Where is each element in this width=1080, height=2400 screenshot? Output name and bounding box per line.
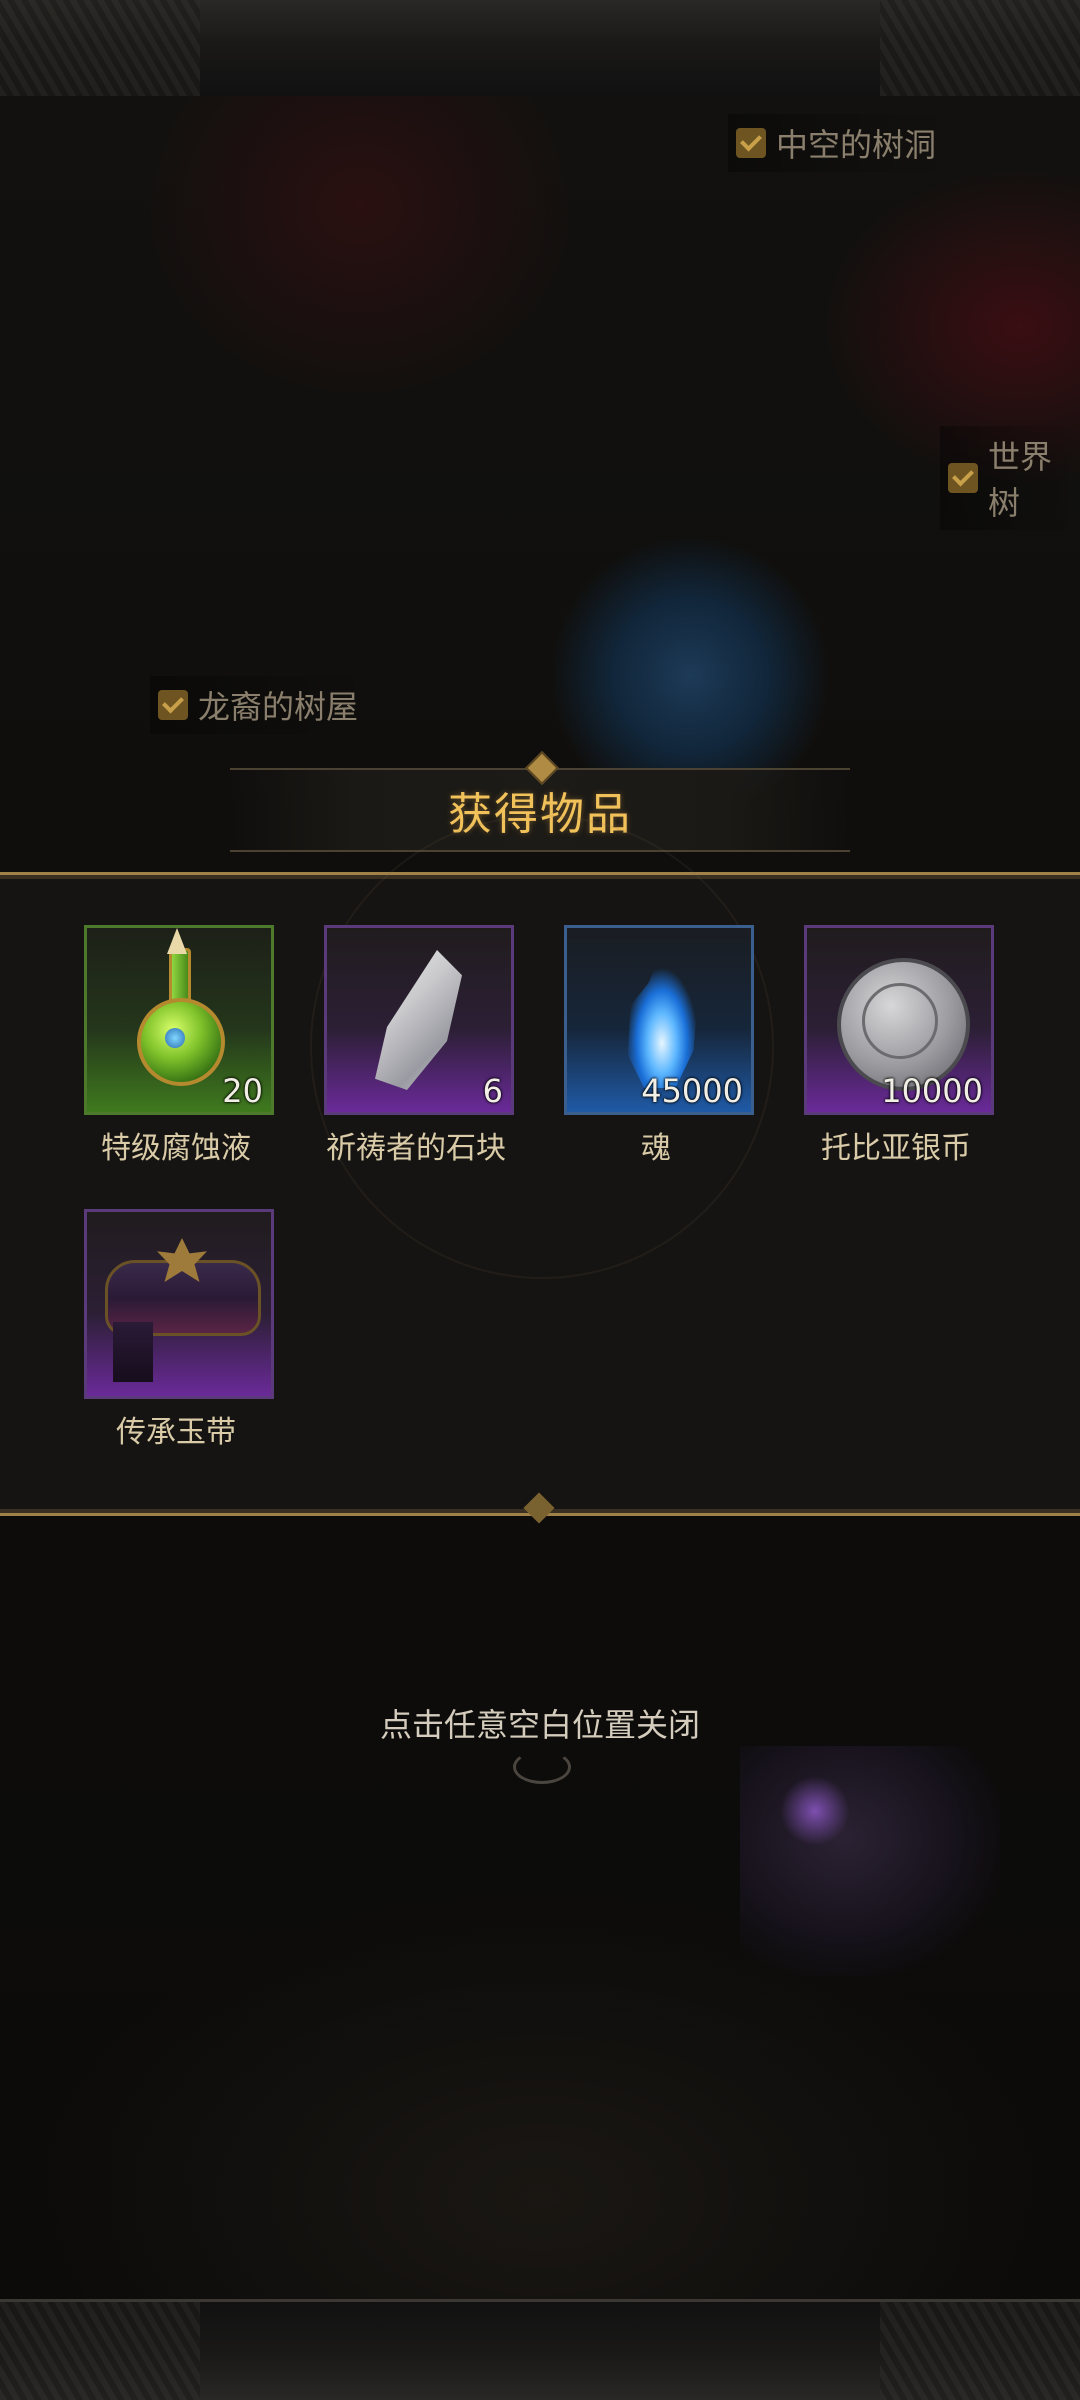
bottom-right-ornament	[880, 2302, 1080, 2400]
item-tile[interactable]	[84, 1209, 274, 1399]
top-frame-bar	[0, 0, 1080, 99]
stone-icon	[375, 950, 462, 1090]
check-icon	[736, 128, 766, 158]
item-tile[interactable]: 20	[84, 925, 274, 1115]
potion-gem	[165, 1028, 185, 1048]
top-right-ornament	[880, 0, 1080, 96]
tap-ring-icon	[513, 1750, 571, 1784]
belt-tail	[113, 1322, 153, 1382]
item-name: 祈祷者的石块	[326, 1131, 506, 1166]
item-count: 6	[482, 1072, 503, 1110]
reward-item-silver-coin[interactable]: 10000 托比亚银币	[804, 925, 994, 1167]
map-location-world-tree[interactable]: 世界树	[940, 426, 1080, 530]
map-location-dragon-treehouse[interactable]: 龙裔的树屋	[150, 676, 377, 734]
map-location-hollow-tree[interactable]: 中空的树洞	[728, 114, 955, 172]
reward-panel: 20 特级腐蚀液 6 祈祷者的石块 45000 魂 10000 托比亚银币 传承…	[0, 815, 1080, 1524]
check-icon	[158, 690, 188, 720]
bottom-left-ornament	[0, 2302, 200, 2400]
map-location-label: 中空的树洞	[776, 126, 937, 164]
reward-item-corrosive-liquid[interactable]: 20 特级腐蚀液	[84, 925, 274, 1167]
item-name: 特级腐蚀液	[101, 1131, 251, 1166]
item-name: 魂	[641, 1131, 671, 1166]
item-count: 10000	[881, 1072, 983, 1110]
item-name: 传承玉带	[116, 1415, 236, 1450]
coin-emblem	[862, 983, 938, 1059]
close-hint[interactable]: 点击任意空白位置关闭	[0, 1700, 1080, 1746]
dragon-glow	[780, 1776, 850, 1846]
item-tile[interactable]: 45000	[564, 925, 754, 1115]
potion-tip	[167, 928, 187, 954]
bottom-frame-bar	[0, 2299, 1080, 2400]
reward-item-soul[interactable]: 45000 魂	[564, 925, 754, 1167]
item-count: 20	[222, 1072, 263, 1110]
reward-item-prayer-stone[interactable]: 6 祈祷者的石块	[324, 925, 514, 1167]
item-name: 托比亚银币	[821, 1131, 971, 1166]
map-location-label: 世界树	[988, 438, 1053, 522]
soul-flame-icon	[627, 938, 698, 1088]
item-tile[interactable]: 6	[324, 925, 514, 1115]
top-left-ornament	[0, 0, 200, 96]
item-count: 45000	[641, 1072, 743, 1110]
dragon-silhouette	[740, 1746, 1000, 1976]
map-location-label: 龙裔的树屋	[198, 688, 359, 726]
check-icon	[948, 463, 978, 493]
item-tile[interactable]: 10000	[804, 925, 994, 1115]
reward-item-heritage-belt[interactable]: 传承玉带	[84, 1209, 274, 1451]
